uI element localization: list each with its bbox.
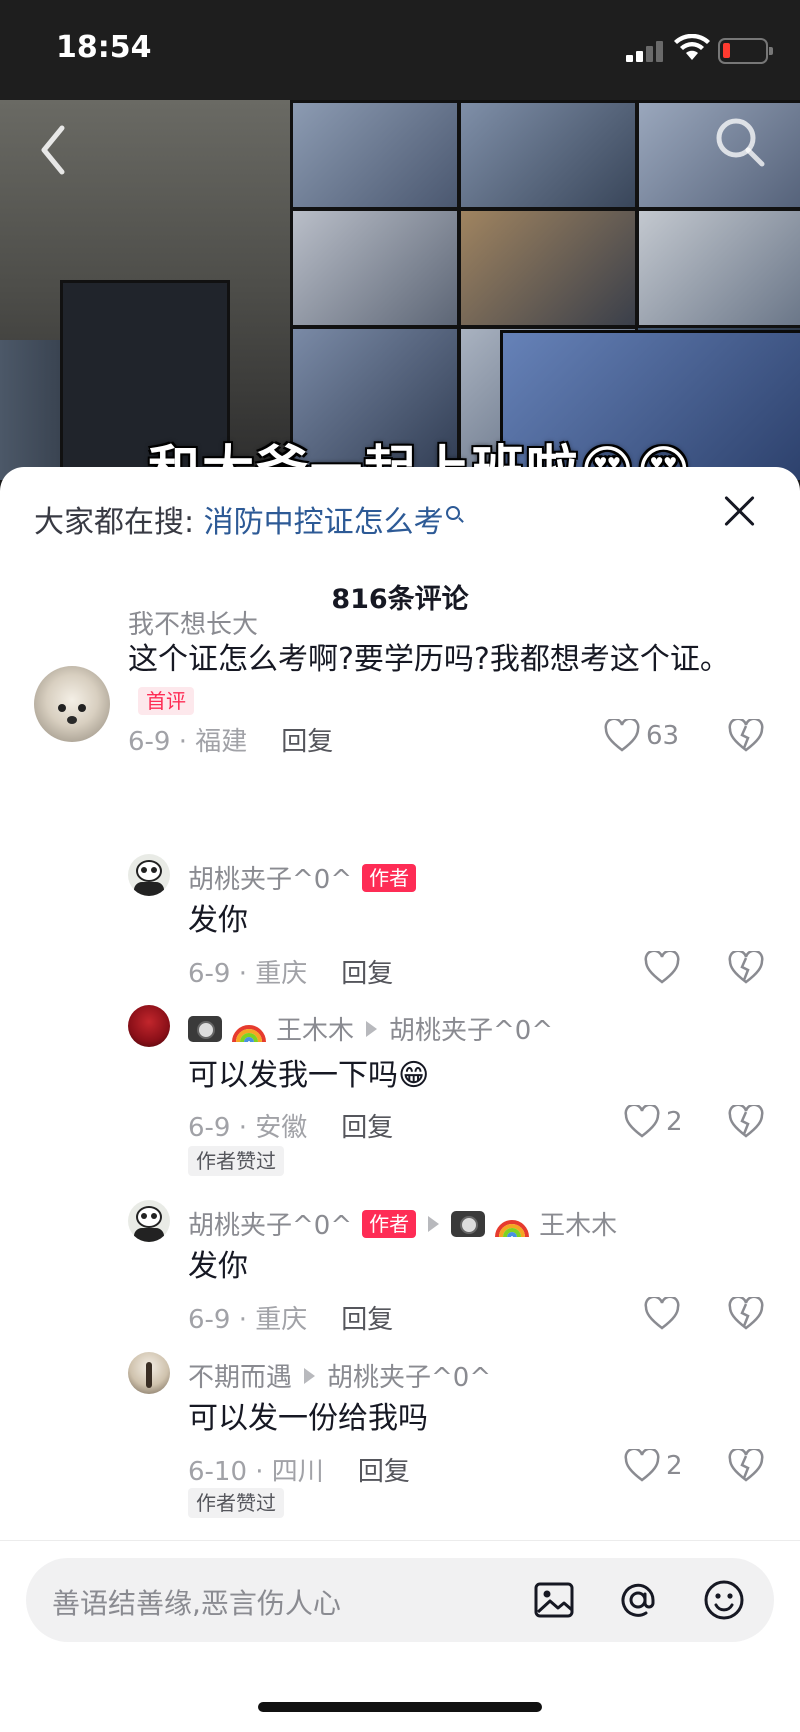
- author-tag: 作者: [362, 863, 417, 892]
- comment-input[interactable]: 善语结善缘,恶言伤人心: [26, 1558, 774, 1642]
- heart-icon: [644, 1297, 680, 1330]
- comment-date-location: 6-9 · 重庆: [188, 959, 308, 989]
- like-button[interactable]: [644, 1297, 680, 1331]
- comment-date-location: 6-9 · 安徽: [188, 1113, 308, 1143]
- broken-heart-icon[interactable]: [728, 951, 764, 985]
- like-button[interactable]: 2: [624, 1449, 683, 1483]
- emoji-icon[interactable]: [700, 1576, 748, 1624]
- username-text[interactable]: 不期而遇: [188, 1357, 292, 1394]
- rainbow-emoji-icon: [495, 1219, 530, 1237]
- hot-search-keyword[interactable]: 消防中控证怎么考: [204, 505, 444, 540]
- like-count: 2: [666, 1451, 683, 1481]
- status-bar: 18:54: [0, 0, 800, 100]
- first-comment-badge: 首评: [138, 686, 194, 715]
- comment-text: 可以发我一下吗😁: [188, 1058, 430, 1093]
- reply-button[interactable]: 回复: [341, 1113, 393, 1143]
- hot-search-suggestion[interactable]: 大家都在搜: 消防中控证怎么考: [34, 497, 460, 541]
- hot-search-label: 大家都在搜:: [34, 505, 195, 540]
- comment-text: 发你: [188, 903, 248, 938]
- comment-date-location: 6-9 · 福建: [128, 727, 248, 757]
- avatar[interactable]: [34, 666, 110, 742]
- battery-icon: [718, 38, 773, 64]
- comment-meta: 6-10 · 四川 回复: [188, 1451, 410, 1488]
- search-small-icon: [445, 506, 460, 520]
- avatar[interactable]: [128, 1005, 170, 1047]
- reply-button[interactable]: 回复: [341, 959, 393, 989]
- like-count: 63: [646, 721, 680, 751]
- comment-username[interactable]: 不期而遇 胡桃夹子^0^: [188, 1357, 491, 1394]
- broken-heart-icon[interactable]: [728, 1105, 764, 1139]
- comment-body: 这个证怎么考啊?要学历吗?我都想考这个证。: [128, 642, 730, 677]
- username-text[interactable]: 胡桃夹子^0^: [188, 859, 352, 896]
- status-time: 18:54: [56, 30, 152, 65]
- home-indicator[interactable]: [258, 1702, 542, 1712]
- heart-icon: [644, 951, 680, 984]
- username-text[interactable]: 胡桃夹子^0^: [188, 1205, 352, 1242]
- wifi-icon: [674, 34, 710, 60]
- broken-heart-icon[interactable]: [728, 1297, 764, 1331]
- reply-button[interactable]: 回复: [341, 1305, 393, 1335]
- avatar[interactable]: [128, 1200, 170, 1242]
- comment-text: 可以发一份给我吗: [188, 1401, 428, 1436]
- comment-text: 发你: [188, 1249, 248, 1284]
- author-liked-badge: 作者赞过: [188, 1488, 284, 1518]
- reply-to-username[interactable]: 王木木: [539, 1205, 617, 1242]
- broken-heart-icon[interactable]: [728, 1449, 764, 1483]
- camera-emoji-icon: [188, 1015, 222, 1042]
- reply-to-username[interactable]: 胡桃夹子^0^: [327, 1357, 491, 1394]
- author-liked-badge: 作者赞过: [188, 1146, 284, 1176]
- reply-arrow-icon: [366, 1020, 378, 1037]
- mention-icon[interactable]: [614, 1576, 662, 1624]
- like-button[interactable]: 63: [604, 719, 679, 753]
- comment-text: 这个证怎么考啊?要学历吗?我都想考这个证。首评: [128, 640, 758, 720]
- comment-username[interactable]: 胡桃夹子^0^ 作者 王木木: [188, 1205, 617, 1242]
- avatar[interactable]: [128, 1352, 170, 1394]
- reply-button[interactable]: 回复: [358, 1457, 410, 1487]
- comment-meta: 6-9 · 重庆 回复: [188, 1299, 393, 1336]
- like-button[interactable]: 2: [624, 1105, 683, 1139]
- comment-sheet: 大家都在搜: 消防中控证怎么考 816条评论 我不想长大 这个证怎么考啊?要学历…: [0, 467, 800, 1732]
- close-icon[interactable]: [722, 493, 758, 529]
- search-icon[interactable]: [712, 114, 768, 170]
- reply-to-username[interactable]: 胡桃夹子^0^: [389, 1010, 553, 1047]
- author-tag: 作者: [362, 1209, 417, 1238]
- comment-username[interactable]: 王木木 胡桃夹子^0^: [188, 1010, 553, 1047]
- reply-arrow-icon: [428, 1215, 440, 1232]
- comment-meta: 6-9 · 福建 回复: [128, 721, 333, 758]
- rainbow-emoji-icon: [232, 1024, 266, 1042]
- like-count: 2: [666, 1107, 683, 1137]
- like-button[interactable]: [644, 951, 680, 985]
- video-player[interactable]: 和大爷一起上班啦😍😍: [0, 100, 800, 480]
- avatar[interactable]: [128, 854, 170, 896]
- comment-input-placeholder: 善语结善缘,恶言伤人心: [52, 1587, 341, 1620]
- cellular-signal-icon: [626, 40, 666, 62]
- heart-icon: [624, 1105, 660, 1138]
- heart-icon: [604, 719, 640, 752]
- camera-emoji-icon: [451, 1210, 486, 1237]
- comment-date-location: 6-9 · 重庆: [188, 1305, 308, 1335]
- username-text[interactable]: 王木木: [276, 1010, 354, 1047]
- reply-button[interactable]: 回复: [281, 727, 333, 757]
- comment-meta: 6-9 · 安徽 回复: [188, 1107, 393, 1144]
- username-text[interactable]: 我不想长大: [128, 604, 258, 641]
- comment-username[interactable]: 胡桃夹子^0^ 作者: [188, 859, 417, 896]
- comment-username[interactable]: 我不想长大: [128, 604, 258, 641]
- image-icon[interactable]: [530, 1576, 578, 1624]
- broken-heart-icon[interactable]: [728, 719, 764, 753]
- comment-meta: 6-9 · 重庆 回复: [188, 953, 393, 990]
- heart-icon: [624, 1449, 660, 1482]
- reply-arrow-icon: [304, 1367, 316, 1384]
- back-arrow-icon[interactable]: [34, 120, 74, 180]
- input-divider: [0, 1540, 800, 1541]
- comment-date-location: 6-10 · 四川: [188, 1457, 324, 1487]
- comment-count: 816条评论: [331, 584, 469, 615]
